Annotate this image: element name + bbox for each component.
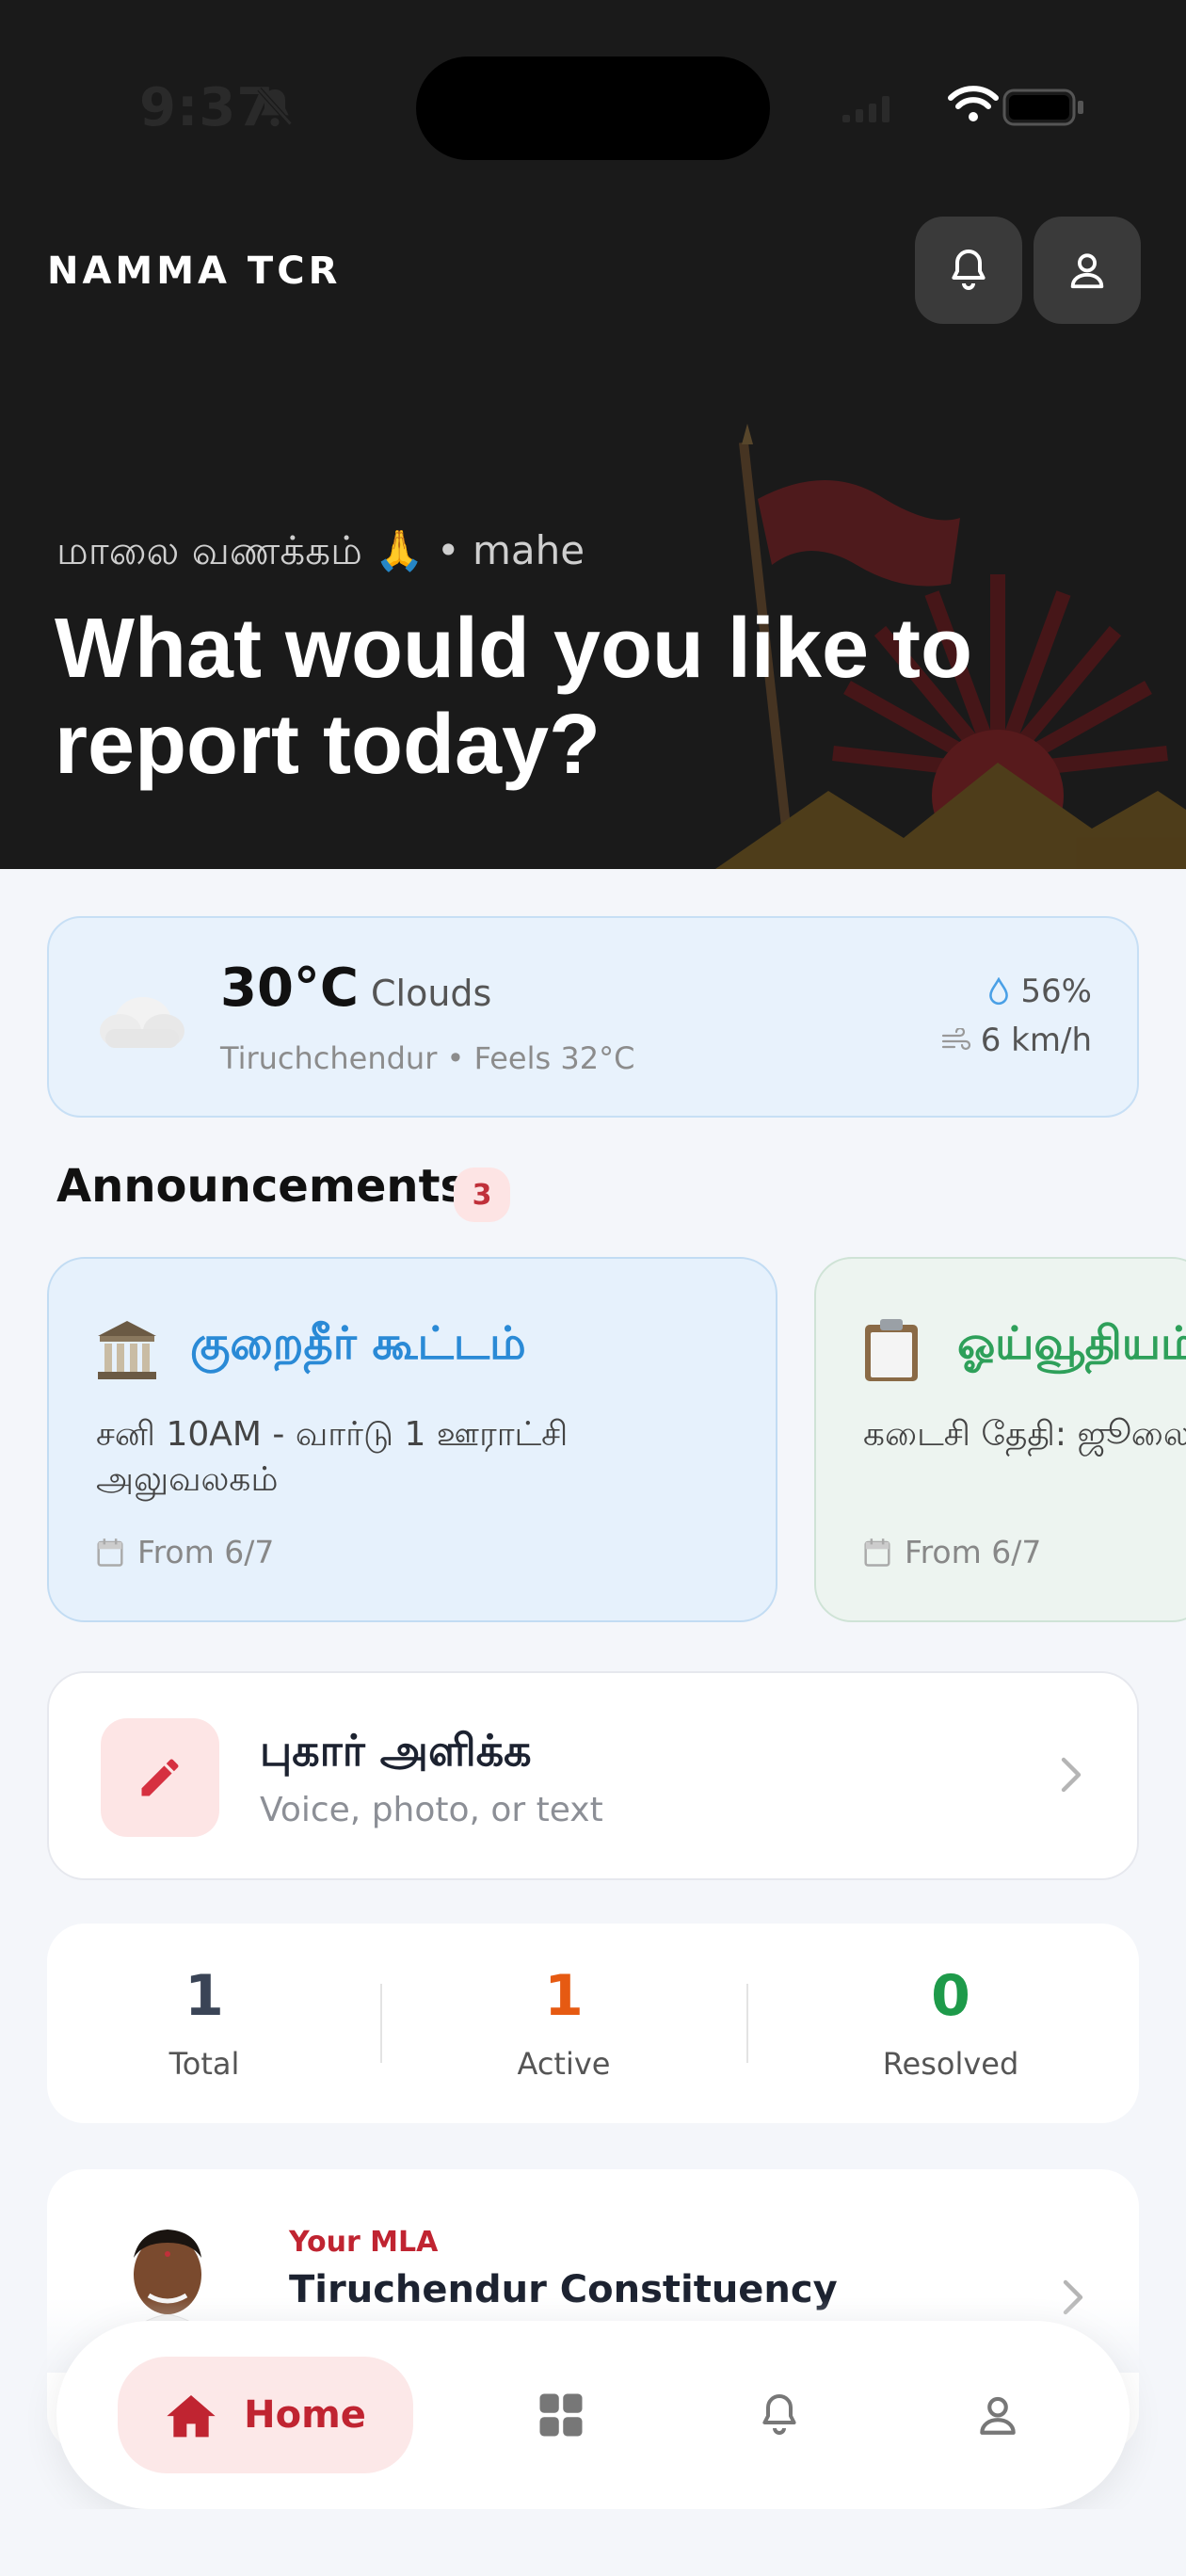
- humidity-value: 56%: [1020, 973, 1092, 1010]
- weather-location: Tiruchchendur • Feels 32°C: [220, 1040, 635, 1076]
- app-brand: NAMMA TCR: [47, 250, 342, 293]
- announcement-date: From 6/7: [863, 1534, 1041, 1570]
- weather-wind: 6 km/h: [941, 1022, 1092, 1059]
- stat-total[interactable]: 1 Total: [63, 1963, 345, 2082]
- greeting-text: மாலை வணக்கம் 🙏 • mahe: [56, 527, 585, 573]
- header-notifications-button[interactable]: [915, 217, 1022, 324]
- weather-temperature: 30°C: [220, 958, 360, 1019]
- bell-icon: [762, 2394, 796, 2435]
- stat-active-label: Active: [517, 2046, 611, 2082]
- announcement-body: கடைசி தேதி: ஜூலை: [863, 1415, 1186, 1454]
- complaint-stats-card: 1 Total 1 Active 0 Resolved: [47, 1924, 1139, 2123]
- calendar-icon: [97, 1538, 123, 1567]
- announcements-count-badge: 3: [454, 1167, 510, 1222]
- submit-complaint-button[interactable]: புகார் அளிக்க Voice, photo, or text: [47, 1671, 1139, 1880]
- government-building-icon: [98, 1321, 156, 1379]
- announcement-card[interactable]: ஓய்வூதியம் கடைசி தேதி: ஜூலை From 6/7: [814, 1257, 1186, 1622]
- nav-home-tab[interactable]: Home: [118, 2357, 413, 2473]
- clipboard-icon: [865, 1319, 918, 1381]
- home-indicator-area: [0, 2509, 1186, 2576]
- grid-icon: [539, 2393, 583, 2437]
- stat-total-value: 1: [184, 1963, 224, 2029]
- divider: [746, 1984, 748, 2063]
- silent-mode-icon: [254, 85, 296, 136]
- status-icons: [842, 85, 1097, 136]
- wind-icon: [941, 1028, 970, 1051]
- stat-resolved[interactable]: 0 Resolved: [809, 1963, 1092, 2082]
- user-icon: [1070, 253, 1104, 289]
- weather-card[interactable]: 30°C Clouds Tiruchchendur • Feels 32°C 5…: [47, 916, 1139, 1118]
- bottom-navigation: Home: [56, 2321, 1130, 2509]
- announcement-title: குறைதீர் கூட்டம்: [190, 1317, 526, 1370]
- pencil-icon: [101, 1718, 219, 1837]
- announcement-card[interactable]: குறைதீர் கூட்டம் சனி 10AM - வார்டு 1 ஊரா…: [47, 1257, 777, 1622]
- divider: [380, 1984, 382, 2063]
- announcement-date-text: From 6/7: [137, 1534, 275, 1570]
- stat-active[interactable]: 1 Active: [423, 1963, 705, 2082]
- wifi-icon: [948, 86, 999, 121]
- stat-resolved-value: 0: [931, 1963, 970, 2029]
- dynamic-island: [416, 56, 770, 160]
- weather-humidity: 56%: [986, 973, 1092, 1010]
- mla-label: Your MLA: [289, 2226, 439, 2259]
- user-icon: [980, 2396, 1016, 2435]
- announcement-title: ஓய்வூதியம்: [957, 1317, 1186, 1370]
- bell-icon: [952, 250, 986, 290]
- stat-active-value: 1: [544, 1963, 584, 2029]
- nav-notifications-tab[interactable]: [742, 2377, 817, 2453]
- announcement-body: சனி 10AM - வார்டு 1 ஊராட்சி அலுவலகம்: [96, 1415, 569, 1499]
- hero-header: 9:37 NAMMA TCR மாலை வணக்கம் 🙏 • mahe Wha…: [0, 0, 1186, 869]
- submit-complaint-title: புகார் அளிக்க: [260, 1725, 532, 1776]
- stat-resolved-label: Resolved: [882, 2046, 1019, 2082]
- stat-total-label: Total: [168, 2046, 240, 2082]
- signal-icon: [842, 96, 890, 122]
- announcement-date: From 6/7: [96, 1534, 274, 1570]
- calendar-icon: [864, 1538, 890, 1567]
- droplet-icon: [989, 977, 1009, 1006]
- home-icon: [167, 2395, 216, 2438]
- header-profile-button[interactable]: [1034, 217, 1141, 324]
- page-headline: What would you like to report today?: [55, 602, 972, 792]
- chevron-right-icon: [1061, 1757, 1082, 1793]
- nav-home-label: Home: [244, 2393, 366, 2437]
- submit-complaint-subtitle: Voice, photo, or text: [260, 1791, 603, 1829]
- battery-icon: [1002, 89, 1083, 126]
- announcements-heading: Announcements: [56, 1160, 468, 1213]
- wind-value: 6 km/h: [980, 1022, 1092, 1059]
- nav-profile-tab[interactable]: [960, 2377, 1035, 2453]
- cloud-icon: [100, 997, 184, 1048]
- weather-condition: Clouds: [371, 973, 492, 1014]
- announcement-date-text: From 6/7: [905, 1534, 1042, 1570]
- nav-services-tab[interactable]: [523, 2377, 599, 2453]
